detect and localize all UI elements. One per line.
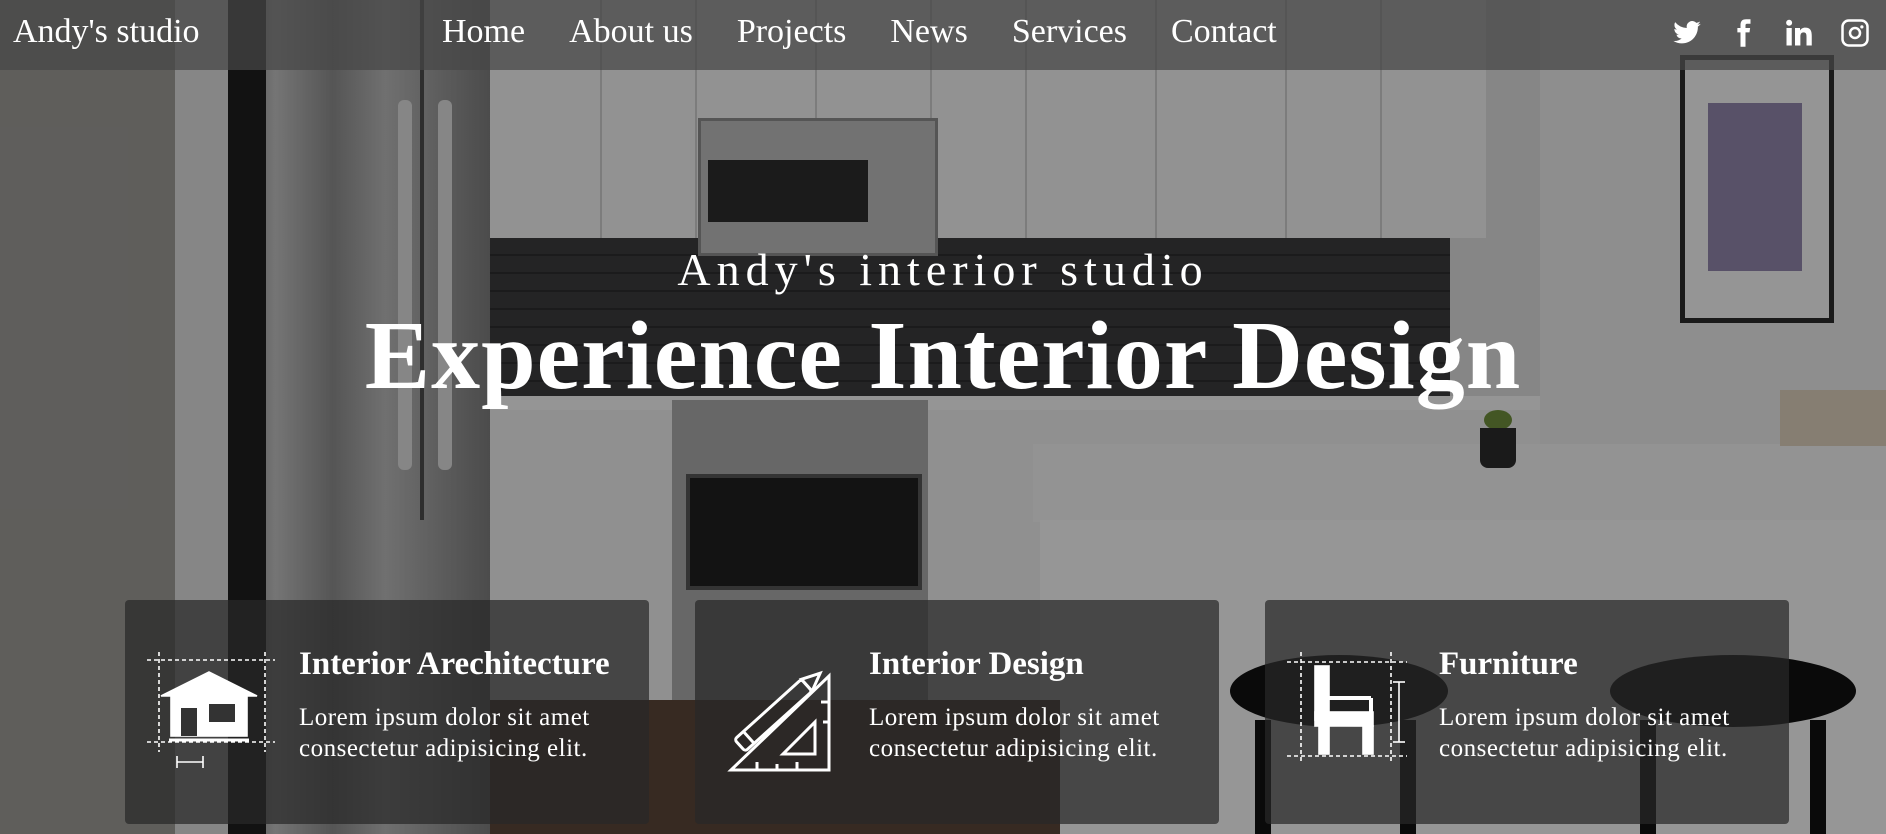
hero-subtitle: Andy's interior studio	[677, 244, 1209, 295]
card-text-line-1: Lorem ipsum dolor sit amet	[299, 704, 590, 731]
linkedin-icon[interactable]	[1782, 16, 1816, 50]
nav-about-us[interactable]: About us	[547, 12, 715, 52]
top-navbar: Andy's studio Home About us Projects New…	[0, 0, 1886, 70]
card-text-line-2: consectetur adipisicing elit.	[869, 735, 1158, 762]
card-text: Lorem ipsum dolor sit amet consectetur a…	[299, 702, 639, 764]
instagram-icon[interactable]	[1838, 16, 1872, 50]
nav-contact[interactable]: Contact	[1149, 12, 1299, 52]
social-links	[1670, 16, 1872, 50]
card-title: Interior Design	[869, 646, 1084, 682]
brand-logo-link[interactable]: Andy's studio	[13, 12, 200, 52]
card-title: Interior Arechitecture	[299, 646, 610, 682]
nav-news[interactable]: News	[868, 12, 989, 52]
card-text-line-2: consectetur adipisicing elit.	[1439, 735, 1728, 762]
house-blueprint-icon	[147, 652, 275, 780]
card-title: Furniture	[1439, 646, 1578, 682]
service-card-furniture[interactable]: Furniture Lorem ipsum dolor sit amet con…	[1265, 600, 1789, 824]
card-text-line-2: consectetur adipisicing elit.	[299, 735, 588, 762]
card-text: Lorem ipsum dolor sit amet consectetur a…	[1439, 702, 1779, 764]
chair-blueprint-icon	[1287, 652, 1415, 780]
card-text-line-1: Lorem ipsum dolor sit amet	[1439, 704, 1730, 731]
facebook-icon[interactable]	[1726, 16, 1760, 50]
service-card-interior-design[interactable]: Interior Design Lorem ipsum dolor sit am…	[695, 600, 1219, 824]
pencil-triangle-icon	[717, 652, 845, 780]
card-text: Lorem ipsum dolor sit amet consectetur a…	[869, 702, 1209, 764]
hero-title: Experience Interior Design	[364, 302, 1522, 410]
nav-services[interactable]: Services	[990, 12, 1149, 52]
service-card-architecture[interactable]: Interior Arechitecture Lorem ipsum dolor…	[125, 600, 649, 824]
nav-home[interactable]: Home	[420, 12, 547, 52]
card-text-line-1: Lorem ipsum dolor sit amet	[869, 704, 1160, 731]
twitter-icon[interactable]	[1670, 16, 1704, 50]
main-nav: Home About us Projects News Services Con…	[420, 12, 1299, 52]
nav-projects[interactable]: Projects	[715, 12, 869, 52]
